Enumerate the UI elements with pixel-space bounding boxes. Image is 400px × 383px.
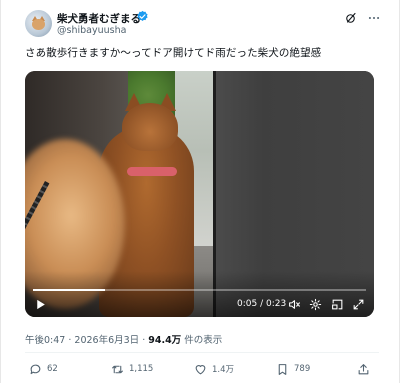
reply-icon [30, 364, 41, 374]
verified-badge-icon [137, 10, 148, 21]
tweet-time[interactable]: 午後0:47 [25, 335, 65, 346]
like-count: 1.4万 [212, 365, 235, 375]
dog-harness [127, 167, 177, 176]
pip-icon[interactable] [331, 298, 344, 311]
avatar[interactable] [25, 10, 52, 37]
bookmark-icon [278, 363, 287, 375]
tweet-date[interactable]: 2026年6月3日 [74, 335, 139, 346]
volume-icon[interactable] [288, 298, 301, 311]
meta-separator: · [139, 335, 149, 346]
video-time: 0:05 / 0:23 [237, 299, 287, 309]
display-name[interactable]: 柴犬勇者むぎまる [57, 11, 141, 26]
video-progress-fill [33, 289, 106, 291]
play-icon[interactable] [34, 298, 47, 311]
view-count: 94.4万 [148, 335, 182, 346]
tweet-card: 柴犬勇者むぎまる @shibayuusha さあ散歩行きますか〜ってドア開けてド… [0, 0, 400, 383]
video-player[interactable]: 0:05 / 0:23 [25, 71, 374, 317]
reply-count: 62 [47, 364, 58, 374]
reply-button[interactable]: 62 [29, 362, 58, 376]
fullscreen-icon[interactable] [352, 298, 365, 311]
like-icon [195, 364, 206, 374]
retweet-count: 1,115 [129, 364, 154, 374]
bookmark-button[interactable]: 789 [276, 362, 310, 376]
retweet-button[interactable]: 1,115 [111, 362, 153, 376]
video-progress-bar[interactable] [33, 289, 366, 291]
like-button[interactable]: 1.4万 [194, 362, 234, 376]
view-count-label: 件の表示 [181, 335, 223, 346]
dog-head [122, 103, 178, 151]
tweet-text: さあ散歩行きますか〜ってドア開けてド雨だった柴犬の絶望感 [25, 47, 322, 59]
more-icon[interactable] [367, 11, 381, 25]
grok-icon[interactable] [345, 12, 357, 24]
share-icon [358, 363, 369, 374]
share-button[interactable] [357, 362, 375, 376]
avatar-face [32, 19, 45, 30]
tweet-meta: 午後0:47 · 2026年6月3日 · 94.4万 件の表示 [25, 332, 222, 346]
settings-icon[interactable] [309, 298, 322, 311]
bookmark-count: 789 [294, 364, 311, 374]
user-handle[interactable]: @shibayuusha [57, 25, 126, 36]
retweet-icon [112, 365, 123, 373]
divider [25, 352, 379, 353]
